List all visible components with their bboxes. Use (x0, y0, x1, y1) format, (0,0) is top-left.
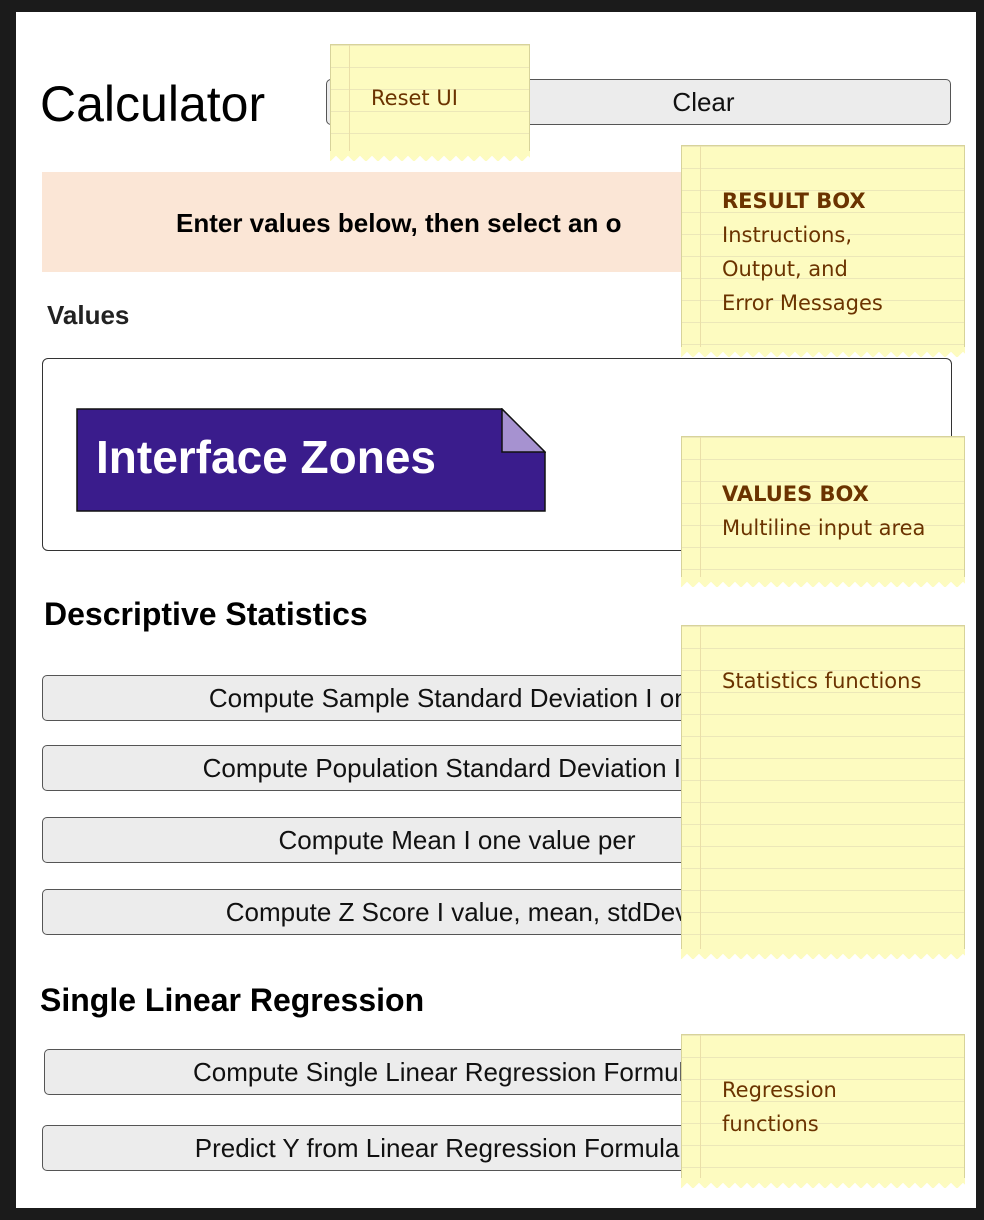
values-box-note: VALUES BOX Multiline input area (681, 436, 965, 587)
reset-ui-button[interactable]: Reset UI (330, 44, 530, 161)
zscore-label: Compute Z Score I value, mean, stdDev (225, 896, 689, 927)
result-box-note-title: RESULT BOX (722, 189, 866, 213)
result-box-note-line: Error Messages (722, 291, 883, 315)
result-box-note-line: Instructions, (722, 223, 853, 247)
regression-heading: Single Linear Regression (40, 982, 425, 1018)
clear-button-label: Clear (672, 86, 735, 117)
values-box-note-title: VALUES BOX (722, 482, 869, 506)
regression-note-line: Regression (722, 1078, 837, 1102)
population-stddev-label: Compute Population Standard Deviation I … (202, 752, 712, 783)
stats-note: Statistics functions (681, 625, 965, 959)
regression-note: Regression functions (681, 1034, 965, 1188)
note-edge (681, 577, 965, 587)
sample-stddev-label: Compute Sample Standard Deviation I one (208, 682, 704, 713)
result-box-note-line: Output, and (722, 257, 848, 281)
reset-ui-label: Reset UI (371, 86, 458, 110)
note-edge (681, 347, 965, 357)
result-box-note: RESULT BOX Instructions, Output, and Err… (681, 145, 965, 357)
regression-formula-label: Compute Single Linear Regression Formula… (193, 1056, 735, 1087)
page-title: Calculator (40, 76, 266, 132)
interface-zones-label: Interface Zones (96, 431, 436, 483)
values-box-note-line: Multiline input area (722, 516, 926, 540)
predict-y-label: Predict Y from Linear Regression Formula… (194, 1132, 722, 1163)
note-edge (681, 949, 965, 959)
note-edge (681, 1178, 965, 1188)
values-label: Values (47, 300, 130, 330)
stats-note-text: Statistics functions (722, 669, 922, 693)
note-edge (330, 151, 530, 161)
interface-zones-banner: Interface Zones (76, 407, 547, 512)
calculator-page: Calculator Clear Enter values below, the… (16, 12, 976, 1208)
mean-label: Compute Mean I one value per (278, 824, 636, 855)
regression-note-line: functions (722, 1112, 819, 1136)
stats-heading: Descriptive Statistics (44, 596, 368, 632)
